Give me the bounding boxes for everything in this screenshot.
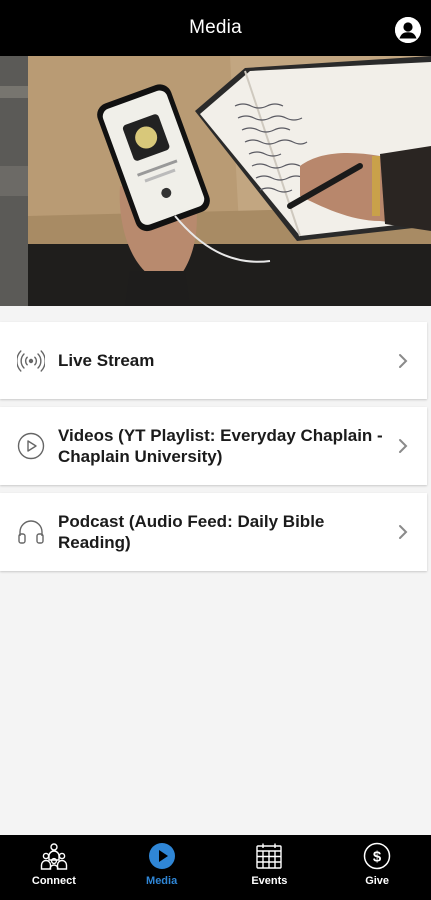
media-list: Live Stream Videos (YT Playlist: Everyda…	[0, 322, 427, 579]
chevron-right-icon	[399, 353, 408, 368]
profile-button[interactable]	[395, 17, 421, 43]
chevron-right-icon	[399, 525, 408, 539]
svg-text:$: $	[373, 849, 382, 866]
headphones-icon	[16, 517, 46, 547]
bottom-tab-bar: Connect Media Events $ Give	[0, 835, 431, 900]
broadcast-icon	[16, 346, 46, 376]
tab-give[interactable]: $ Give	[323, 835, 431, 900]
tab-label: Events	[251, 875, 288, 887]
play-icon	[147, 841, 177, 871]
tab-connect[interactable]: Connect	[0, 835, 108, 900]
list-item-live-stream[interactable]: Live Stream	[0, 322, 427, 399]
tab-media[interactable]: Media	[108, 835, 216, 900]
list-item-videos[interactable]: Videos (YT Playlist: Everyday Chaplain -…	[0, 407, 427, 485]
chevron-right-icon	[399, 439, 408, 453]
phone-and-notebook-photo	[0, 56, 431, 306]
list-item-label: Live Stream	[58, 351, 155, 370]
tab-label: Connect	[31, 875, 76, 887]
dollar-icon: $	[362, 841, 392, 871]
list-item-label: Videos (YT Playlist: Everyday Chaplain -…	[58, 426, 383, 466]
top-app-bar: Media	[0, 0, 431, 56]
hero-image	[0, 56, 431, 306]
tab-label: Media	[146, 875, 178, 887]
calendar-icon	[254, 841, 284, 871]
list-item-podcast[interactable]: Podcast (Audio Feed: Daily Bible Reading…	[0, 493, 427, 571]
play-circle-icon	[16, 431, 46, 461]
page-title: Media	[189, 17, 242, 38]
profile-icon	[395, 17, 421, 43]
people-icon	[39, 841, 69, 871]
tab-label: Give	[365, 875, 390, 887]
list-item-label: Podcast (Audio Feed: Daily Bible Reading…	[58, 512, 325, 552]
tab-events[interactable]: Events	[216, 835, 324, 900]
